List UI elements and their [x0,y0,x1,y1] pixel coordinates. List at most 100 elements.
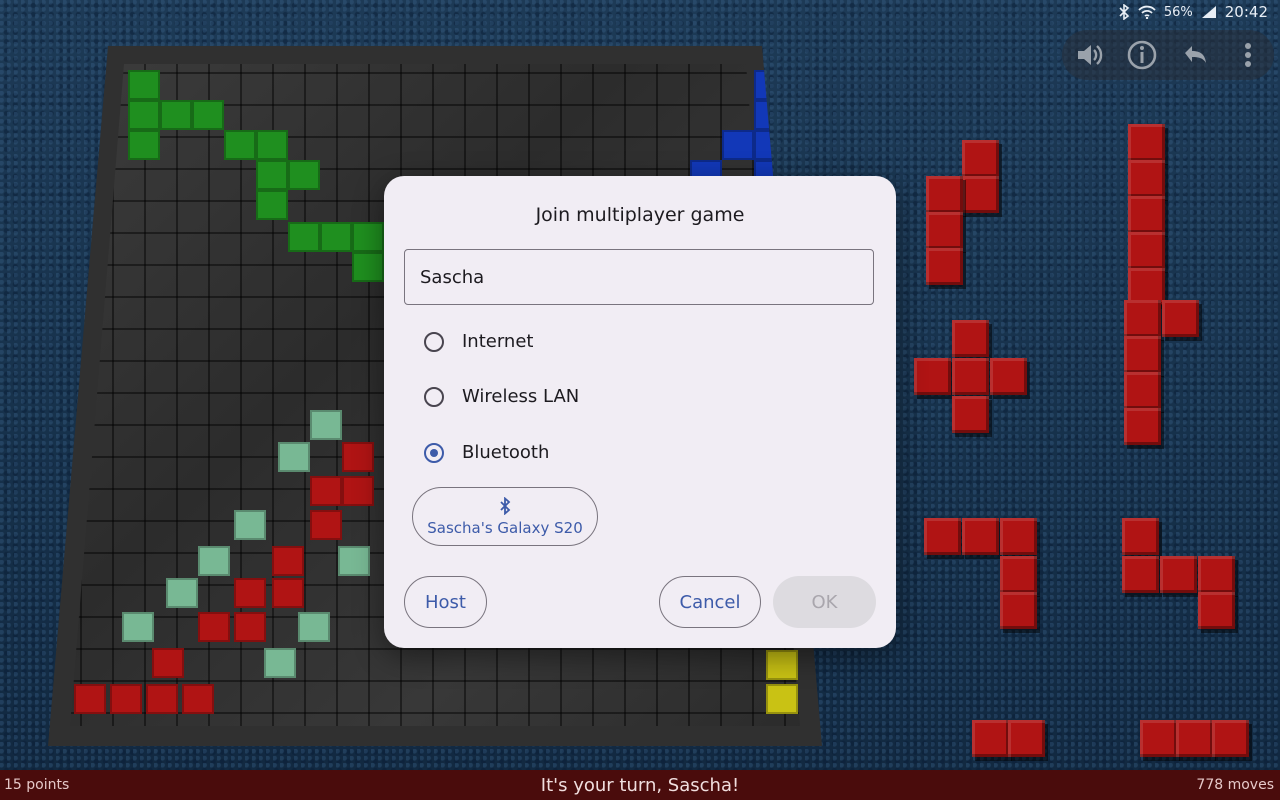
board-cell [198,612,230,642]
radio-button-selected[interactable] [424,442,444,463]
stock-piece-block[interactable] [1198,592,1235,629]
stock-piece-block[interactable] [962,176,999,213]
stock-piece-block[interactable] [1140,720,1177,757]
undo-icon[interactable] [1175,35,1215,75]
board-cell [264,648,296,678]
board-cell [166,578,198,608]
radio-label: Internet [462,331,534,352]
stock-piece-block[interactable] [1128,196,1165,233]
info-icon[interactable] [1122,35,1162,75]
stock-piece-block[interactable] [1212,720,1249,757]
stock-piece-block[interactable] [952,396,989,433]
device-name: Sascha's Galaxy S20 [427,518,583,537]
board-cell [146,684,178,714]
board-cell [272,578,304,608]
board-cell [342,476,374,506]
stock-piece-block[interactable] [1128,124,1165,161]
board-cell [298,612,330,642]
join-multiplayer-dialog: Join multiplayer game Internet Wireless … [384,176,896,648]
board-cell [352,252,384,282]
bluetooth-icon [499,496,511,519]
stock-piece-block[interactable] [1008,720,1045,757]
stock-piece-block[interactable] [924,518,961,555]
board-cell [128,130,160,160]
stock-piece-block[interactable] [990,358,1027,395]
host-button[interactable]: Host [404,576,487,628]
bluetooth-status-icon [1118,4,1130,20]
stock-piece-block[interactable] [1198,556,1235,593]
stock-piece-block[interactable] [962,518,999,555]
board-cell [192,100,224,130]
board-cell [766,650,798,680]
radio-internet[interactable]: Internet [424,331,533,352]
bluetooth-device-button[interactable]: Sascha's Galaxy S20 [412,487,598,546]
board-cell [234,510,266,540]
stock-piece-block[interactable] [1128,160,1165,197]
stock-piece-block[interactable] [1162,300,1199,337]
radio-button[interactable] [424,331,444,352]
volume-icon[interactable] [1069,35,1109,75]
board-cell [754,100,786,130]
board-cell [110,684,142,714]
board-cell [278,442,310,472]
stock-piece-block[interactable] [1124,300,1161,337]
board-cell [128,70,160,100]
board-cell [122,612,154,642]
stock-piece-block[interactable] [914,358,951,395]
stock-piece-block[interactable] [1124,372,1161,409]
stock-piece-block[interactable] [952,320,989,357]
stock-piece-block[interactable] [926,248,963,285]
radio-wireless-lan[interactable]: Wireless LAN [424,386,579,407]
radio-label: Bluetooth [462,442,550,463]
stock-piece-block[interactable] [1122,518,1159,555]
stock-piece-block[interactable] [972,720,1009,757]
stock-piece-block[interactable] [1124,336,1161,373]
board-cell [198,546,230,576]
stock-piece-block[interactable] [1128,232,1165,269]
stock-piece-block[interactable] [1160,556,1197,593]
board-cell [272,546,304,576]
game-status-bar: 15 points It's your turn, Sascha! 778 mo… [0,770,1280,800]
board-cell [74,684,106,714]
stock-piece-block[interactable] [952,358,989,395]
board-cell [338,546,370,576]
ok-button[interactable]: OK [773,576,876,628]
board-cell [310,410,342,440]
stock-piece-block[interactable] [1176,720,1213,757]
board-cell [288,160,320,190]
radio-label: Wireless LAN [462,386,580,407]
battery-icon [1201,5,1217,19]
board-cell [234,612,266,642]
player-name-input[interactable] [404,249,874,305]
radio-button[interactable] [424,386,444,407]
stock-piece-block[interactable] [926,176,963,213]
board-cell [256,190,288,220]
stock-piece-block[interactable] [1000,592,1037,629]
clock: 20:42 [1224,3,1268,21]
dialog-title: Join multiplayer game [535,204,745,226]
stock-piece-block[interactable] [926,212,963,249]
stock-piece-block[interactable] [962,140,999,177]
moves-label: 778 moves [1196,777,1274,793]
board-cell [256,160,288,190]
game-toolbar [1062,30,1274,80]
board-cell [256,130,288,160]
stock-piece-block[interactable] [1000,556,1037,593]
cancel-button[interactable]: Cancel [659,576,761,628]
board-cell [320,222,352,252]
radio-bluetooth[interactable]: Bluetooth [424,442,549,463]
board-cell [182,684,214,714]
board-cell [352,222,384,252]
board-cell [722,130,754,160]
board-cell [288,222,320,252]
stock-piece-block[interactable] [1124,408,1161,445]
board-cell [152,648,184,678]
board-cell [160,100,192,130]
board-cell [310,476,342,506]
more-vert-icon[interactable] [1228,35,1268,75]
status-bar: 56% 20:42 [1118,0,1280,24]
board-cell [342,442,374,472]
board-cell [128,100,160,130]
stock-piece-block[interactable] [1000,518,1037,555]
stock-piece-block[interactable] [1122,556,1159,593]
